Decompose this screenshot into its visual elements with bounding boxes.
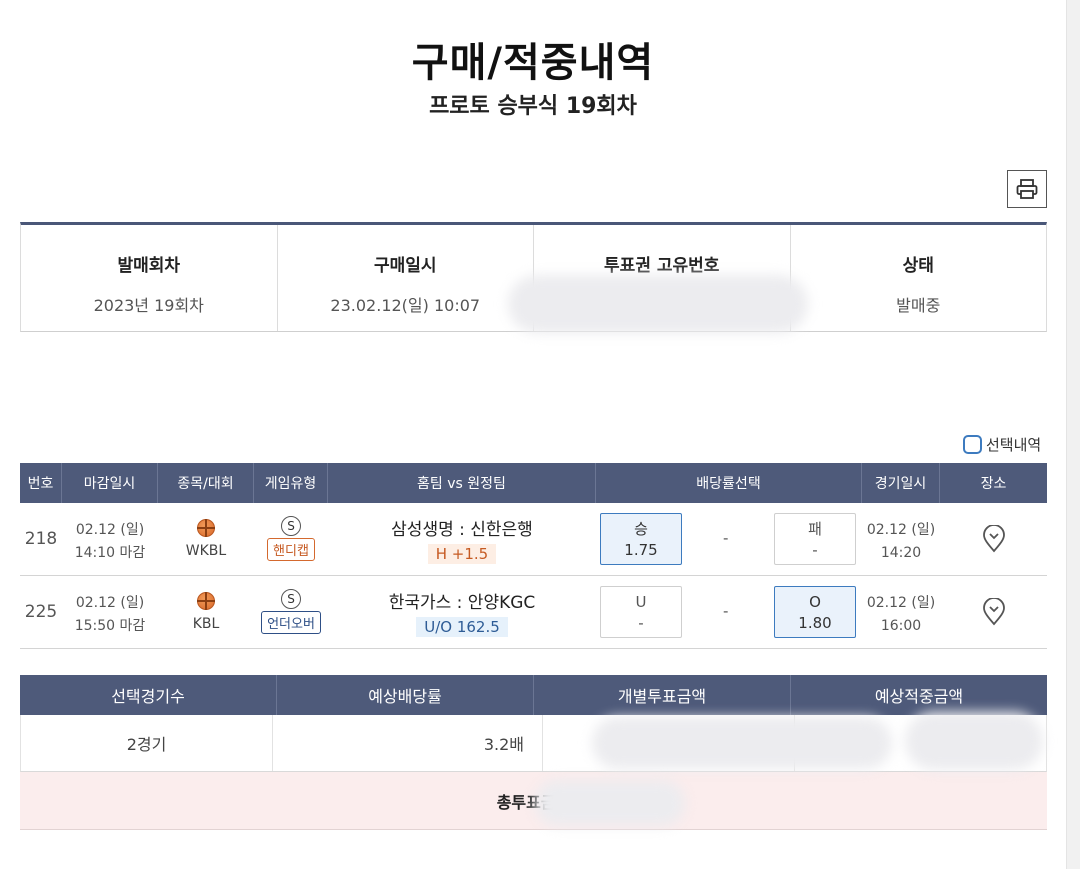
odd-label: U xyxy=(635,593,647,611)
odd-label: O xyxy=(809,593,821,611)
odd-option-win[interactable]: 승 1.75 xyxy=(600,513,682,565)
column-header: 게임유형 xyxy=(254,463,328,503)
single-badge-icon: S xyxy=(281,516,301,536)
expected-odds: 3.2배 xyxy=(273,715,543,771)
info-value: 발매중 xyxy=(896,296,941,315)
table-row: 218 02.12 (일) 14:10 마감 WKBL S 핸디캡 삼성생명 :… xyxy=(20,503,1047,576)
match-teams: 삼성생명 : 신한은행 xyxy=(391,520,533,540)
game-type-tag: 핸디캡 xyxy=(267,538,315,561)
sport-cell: WKBL xyxy=(158,503,254,575)
odds-cell: U - - O 1.80 xyxy=(596,576,862,648)
odd-option-under[interactable]: U - xyxy=(600,586,682,638)
basketball-icon xyxy=(197,592,215,610)
summary-header: 선택경기수 예상배당률 개별투표금액 예상적중금액 xyxy=(20,675,1047,715)
game-number: 225 xyxy=(24,602,58,622)
info-purchase-date: 구매일시 23.02.12(일) 10:07 xyxy=(278,225,534,331)
info-value: 23.02.12(일) 10:07 xyxy=(330,296,481,315)
close-time: 15:50 마감 xyxy=(74,618,146,634)
game-date: 02.12 (일) xyxy=(866,522,936,538)
column-header: 마감일시 xyxy=(62,463,158,503)
close-date: 02.12 (일) xyxy=(75,522,145,538)
page-title: 구매/적중내역 xyxy=(411,40,655,86)
close-time-cell: 02.12 (일) 15:50 마감 xyxy=(62,576,158,648)
game-time: 16:00 xyxy=(880,618,922,634)
over-under-line: U/O 162.5 xyxy=(416,617,508,637)
sport-cell: KBL xyxy=(158,576,254,648)
odd-label: 패 xyxy=(808,520,822,538)
game-datetime-cell: 02.12 (일) 14:20 xyxy=(862,503,940,575)
odd-draw: - xyxy=(723,529,729,547)
column-header: 경기일시 xyxy=(862,463,940,503)
game-type-cell: S 언더오버 xyxy=(254,576,328,648)
column-header: 장소 xyxy=(980,476,1007,492)
info-header: 투표권 고유번호 xyxy=(604,256,720,276)
column-header: 번호 xyxy=(20,463,62,503)
scrollbar[interactable] xyxy=(1066,0,1080,869)
summary-row: 2경기 3.2배 xyxy=(20,715,1047,772)
column-header: 종목/대회 xyxy=(158,463,254,503)
match-cell: 한국가스 : 안양KGC U/O 162.5 xyxy=(328,576,596,648)
redaction-blur xyxy=(535,780,685,826)
game-type-cell: S 핸디캡 xyxy=(254,503,328,575)
selection-filter-label: 선택내역 xyxy=(986,436,1042,454)
game-time: 14:20 xyxy=(880,545,922,561)
game-type-tag: 언더오버 xyxy=(261,611,321,634)
odds-cell: 승 1.75 - 패 - xyxy=(596,503,862,575)
info-value: 2023년 19회차 xyxy=(93,296,204,315)
close-date: 02.12 (일) xyxy=(75,595,145,611)
info-status: 상태 발매중 xyxy=(791,225,1047,331)
odd-value: 1.80 xyxy=(798,614,832,632)
single-badge-icon: S xyxy=(281,589,301,609)
column-header: 예상적중금액 xyxy=(874,687,964,706)
game-date: 02.12 (일) xyxy=(866,595,936,611)
selection-filter-checkbox[interactable]: 선택내역 xyxy=(963,434,1041,455)
summary-table: 선택경기수 예상배당률 개별투표금액 예상적중금액 2경기 3.2배 총투표금액 xyxy=(20,675,1047,830)
match-cell: 삼성생명 : 신한은행 H +1.5 xyxy=(328,503,596,575)
place-cell[interactable] xyxy=(940,503,1047,575)
games-table: 번호 마감일시 종목/대회 게임유형 홈팀 vs 원정팀 배당률선택 경기일시 … xyxy=(20,463,1047,649)
match-teams: 한국가스 : 안양KGC xyxy=(388,593,536,613)
redaction-blur xyxy=(508,275,808,333)
odd-draw: - xyxy=(723,602,729,620)
selected-game-count: 2경기 xyxy=(21,715,273,771)
odd-option-over[interactable]: O 1.80 xyxy=(774,586,856,638)
game-datetime-cell: 02.12 (일) 16:00 xyxy=(862,576,940,648)
column-header: 배당률선택 xyxy=(596,463,862,503)
page-subtitle: 프로토 승부식 19회차 xyxy=(429,94,637,119)
location-pin-icon[interactable] xyxy=(982,525,1006,553)
redaction-blur xyxy=(592,717,892,769)
info-header: 상태 xyxy=(902,256,934,276)
total-bet-amount-row: 총투표금액 xyxy=(20,772,1047,830)
handicap-line: H +1.5 xyxy=(427,544,497,564)
table-row: 225 02.12 (일) 15:50 마감 KBL S 언더오버 한국가스 :… xyxy=(20,576,1047,649)
games-table-header: 번호 마감일시 종목/대회 게임유형 홈팀 vs 원정팀 배당률선택 경기일시 … xyxy=(20,463,1047,503)
odd-option-lose[interactable]: 패 - xyxy=(774,513,856,565)
place-cell[interactable] xyxy=(940,576,1047,648)
close-time-cell: 02.12 (일) 14:10 마감 xyxy=(62,503,158,575)
printer-icon xyxy=(1016,179,1038,199)
info-header: 구매일시 xyxy=(373,256,437,276)
checkbox-icon[interactable] xyxy=(963,435,982,454)
odd-value: - xyxy=(812,541,818,559)
league-name: WKBL xyxy=(185,543,227,559)
basketball-icon xyxy=(197,519,215,537)
info-header: 발매회차 xyxy=(117,256,181,276)
close-time: 14:10 마감 xyxy=(74,545,146,561)
league-name: KBL xyxy=(192,616,220,632)
column-header: 개별투표금액 xyxy=(534,675,791,715)
column-header: 홈팀 vs 원정팀 xyxy=(328,463,596,503)
redaction-blur xyxy=(905,712,1043,770)
odd-label: 승 xyxy=(634,520,648,538)
game-number: 218 xyxy=(24,529,58,549)
column-header: 예상배당률 xyxy=(277,675,534,715)
column-header: 선택경기수 xyxy=(20,675,277,715)
odd-value: - xyxy=(638,614,644,632)
info-round: 발매회차 2023년 19회차 xyxy=(21,225,278,331)
location-pin-icon[interactable] xyxy=(982,598,1006,626)
odd-value: 1.75 xyxy=(624,541,658,559)
print-button[interactable] xyxy=(1007,170,1047,208)
